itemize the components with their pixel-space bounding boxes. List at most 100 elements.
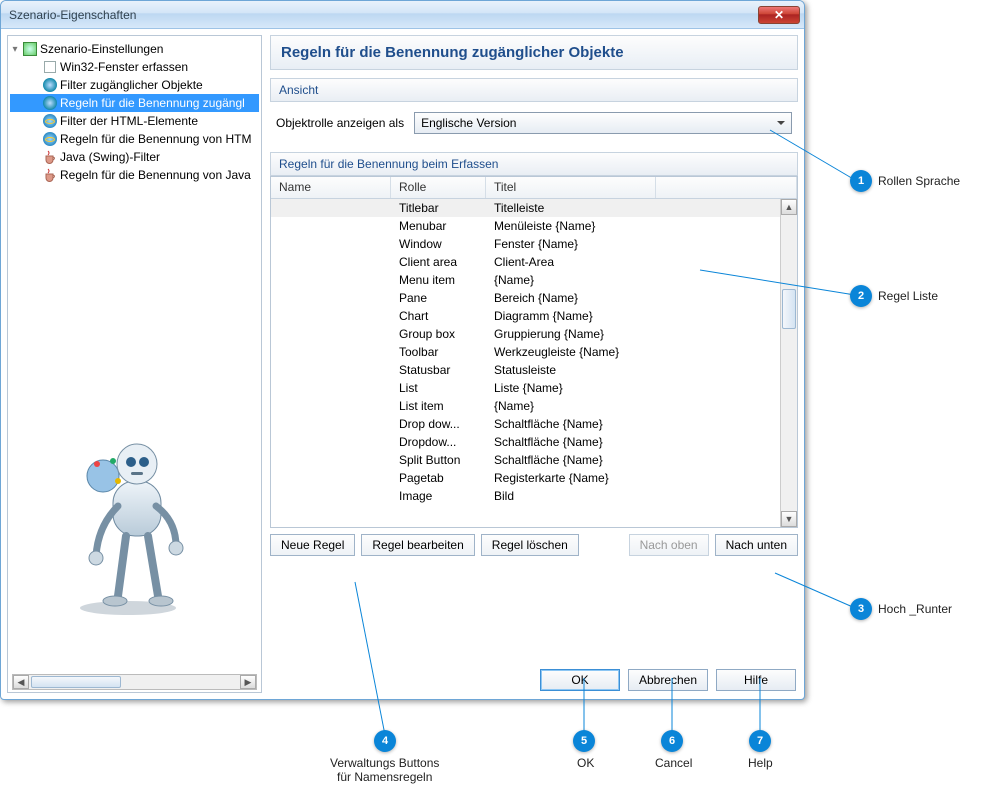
table-row[interactable]: Split ButtonSchaltfläche {Name} <box>271 451 797 469</box>
cell-title: Titelleiste <box>486 201 656 215</box>
table-row[interactable]: ListListe {Name} <box>271 379 797 397</box>
cell-role: Image <box>391 489 486 503</box>
callout-label-7: Help <box>748 756 773 770</box>
cell-title: Diagramm {Name} <box>486 309 656 323</box>
tree-item-icon <box>42 167 58 183</box>
scroll-up-icon[interactable]: ▲ <box>781 199 797 215</box>
callout-badge-3: 3 <box>850 598 872 620</box>
tree-horizontal-scrollbar[interactable]: ◀ ▶ <box>12 674 257 690</box>
tree-item-icon <box>42 95 58 111</box>
table-vertical-scrollbar[interactable]: ▲ ▼ <box>780 199 797 527</box>
titlebar[interactable]: Szenario-Eigenschaften ✕ <box>1 1 804 29</box>
table-row[interactable]: Client areaClient-Area <box>271 253 797 271</box>
cell-title: Client-Area <box>486 255 656 269</box>
callout-label-1: Rollen Sprache <box>878 174 960 188</box>
cell-role: Window <box>391 237 486 251</box>
cell-title: Bereich {Name} <box>486 291 656 305</box>
tree-item-icon <box>42 149 58 165</box>
close-icon: ✕ <box>774 8 784 22</box>
col-title[interactable]: Titel <box>486 177 656 198</box>
tree-item[interactable]: Filter zugänglicher Objekte <box>10 76 259 94</box>
table-row[interactable]: MenubarMenüleiste {Name} <box>271 217 797 235</box>
table-row[interactable]: Group boxGruppierung {Name} <box>271 325 797 343</box>
scroll-left-icon[interactable]: ◀ <box>13 675 29 689</box>
tree-item[interactable]: Regeln für die Benennung von HTM <box>10 130 259 148</box>
cell-role: Statusbar <box>391 363 486 377</box>
tree-item[interactable]: Filter der HTML-Elemente <box>10 112 259 130</box>
cell-role: Titlebar <box>391 201 486 215</box>
cell-role: Drop dow... <box>391 417 486 431</box>
table-row[interactable]: WindowFenster {Name} <box>271 235 797 253</box>
col-name[interactable]: Name <box>271 177 391 198</box>
cell-role: Group box <box>391 327 486 341</box>
scroll-right-icon[interactable]: ▶ <box>240 675 256 689</box>
cell-title: {Name} <box>486 399 656 413</box>
tree-item-icon <box>42 59 58 75</box>
table-row[interactable]: PaneBereich {Name} <box>271 289 797 307</box>
close-button[interactable]: ✕ <box>758 6 800 24</box>
page-title: Regeln für die Benennung zugänglicher Ob… <box>270 35 798 70</box>
callout-badge-4: 4 <box>374 730 396 752</box>
table-row[interactable]: PagetabRegisterkarte {Name} <box>271 469 797 487</box>
callout-label-2: Regel Liste <box>878 289 938 303</box>
rules-table[interactable]: Name Rolle Titel TitlebarTitelleisteMenu… <box>270 176 798 528</box>
cell-title: Statusleiste <box>486 363 656 377</box>
col-role[interactable]: Rolle <box>391 177 486 198</box>
tree-item-label: Win32-Fenster erfassen <box>60 60 188 74</box>
table-row[interactable]: ChartDiagramm {Name} <box>271 307 797 325</box>
tree-item[interactable]: Regeln für die Benennung von Java <box>10 166 259 184</box>
tree-item[interactable]: Java (Swing)-Filter <box>10 148 259 166</box>
move-down-button[interactable]: Nach unten <box>715 534 798 556</box>
content-panel: Regeln für die Benennung zugänglicher Ob… <box>270 35 798 693</box>
tree-panel: ▾ Szenario-Einstellungen Win32-Fenster e… <box>7 35 262 693</box>
edit-rule-button[interactable]: Regel bearbeiten <box>361 534 474 556</box>
cell-title: Schaltfläche {Name} <box>486 435 656 449</box>
table-row[interactable]: Dropdow...Schaltfläche {Name} <box>271 433 797 451</box>
callout-label-3: Hoch _Runter <box>878 602 952 616</box>
table-row[interactable]: Menu item{Name} <box>271 271 797 289</box>
tree-root-label: Szenario-Einstellungen <box>40 42 163 56</box>
table-row[interactable]: TitlebarTitelleiste <box>271 199 797 217</box>
cell-role: Menu item <box>391 273 486 287</box>
table-row[interactable]: ImageBild <box>271 487 797 505</box>
cell-role: List item <box>391 399 486 413</box>
callout-badge-7: 7 <box>749 730 771 752</box>
cancel-button[interactable]: Abbrechen <box>628 669 708 691</box>
tree-item-label: Regeln für die Benennung von Java <box>60 168 251 182</box>
cell-title: Registerkarte {Name} <box>486 471 656 485</box>
tree-item-icon <box>42 131 58 147</box>
cell-role: Split Button <box>391 453 486 467</box>
scroll-thumb[interactable] <box>31 676 121 688</box>
help-button[interactable]: Hilfe <box>716 669 796 691</box>
table-row[interactable]: StatusbarStatusleiste <box>271 361 797 379</box>
role-language-dropdown[interactable]: Englische Version <box>414 112 792 134</box>
table-row[interactable]: List item{Name} <box>271 397 797 415</box>
cell-title: Schaltfläche {Name} <box>486 453 656 467</box>
table-row[interactable]: Drop dow...Schaltfläche {Name} <box>271 415 797 433</box>
cell-title: Liste {Name} <box>486 381 656 395</box>
cell-role: Chart <box>391 309 486 323</box>
callout-label-6: Cancel <box>655 756 692 770</box>
cell-role: Dropdow... <box>391 435 486 449</box>
cell-title: Fenster {Name} <box>486 237 656 251</box>
window-title: Szenario-Eigenschaften <box>9 8 758 22</box>
tree-item-icon <box>42 77 58 93</box>
tree-item-label: Filter der HTML-Elemente <box>60 114 198 128</box>
table-row[interactable]: ToolbarWerkzeugleiste {Name} <box>271 343 797 361</box>
callout-badge-5: 5 <box>573 730 595 752</box>
tree-item[interactable]: Win32-Fenster erfassen <box>10 58 259 76</box>
cell-role: Toolbar <box>391 345 486 359</box>
table-header: Name Rolle Titel <box>271 177 797 199</box>
ok-button[interactable]: OK <box>540 669 620 691</box>
collapse-icon[interactable]: ▾ <box>10 44 20 55</box>
tree-item[interactable]: Regeln für die Benennung zugängl <box>10 94 259 112</box>
mascot-image <box>58 436 198 616</box>
move-up-button[interactable]: Nach oben <box>629 534 709 556</box>
scroll-down-icon[interactable]: ▼ <box>781 511 797 527</box>
cell-title: Schaltfläche {Name} <box>486 417 656 431</box>
scroll-thumb[interactable] <box>782 289 796 329</box>
new-rule-button[interactable]: Neue Regel <box>270 534 355 556</box>
tree-root[interactable]: ▾ Szenario-Einstellungen <box>10 40 259 58</box>
delete-rule-button[interactable]: Regel löschen <box>481 534 579 556</box>
dropdown-value: Englische Version <box>421 116 516 130</box>
